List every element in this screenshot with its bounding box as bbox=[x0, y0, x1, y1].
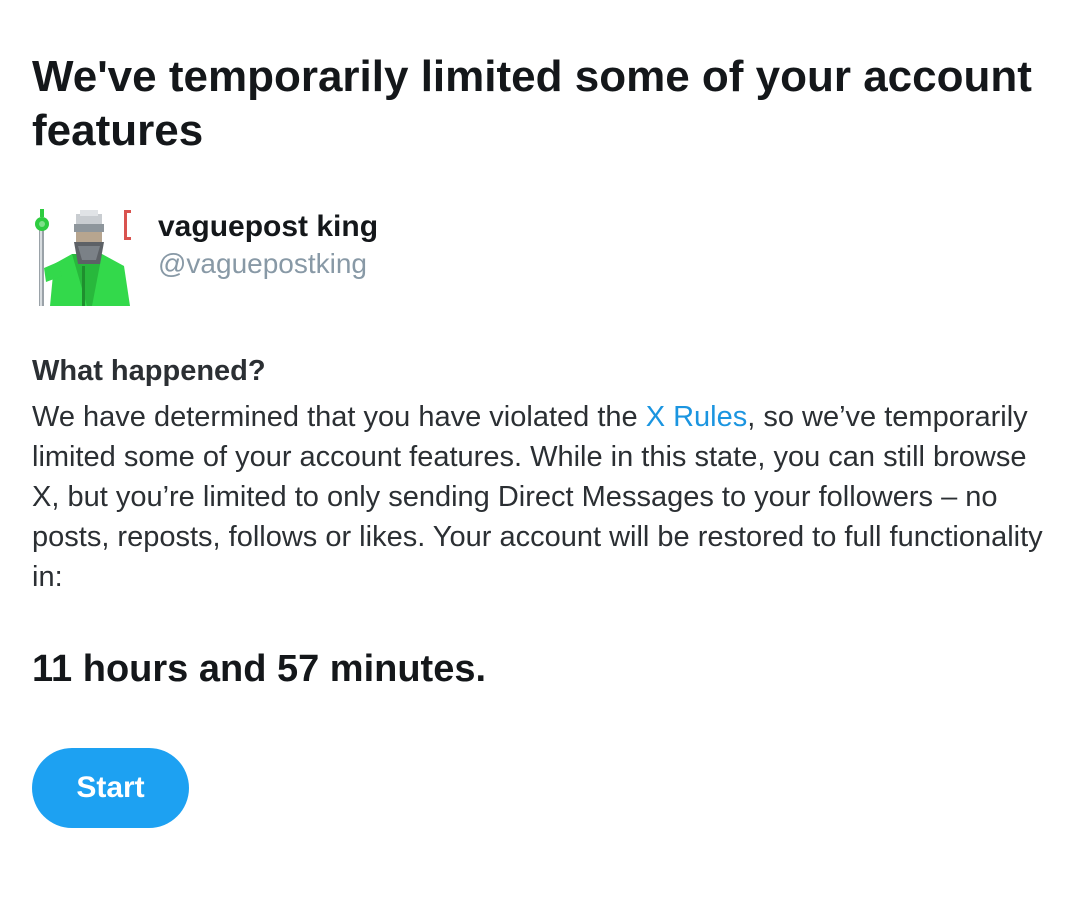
account-card: vaguepost king @vaguepostking bbox=[32, 206, 378, 306]
notice-text-before-link: We have determined that you have violate… bbox=[32, 401, 646, 433]
section-heading: What happened? bbox=[32, 355, 266, 387]
display-name[interactable]: vaguepost king bbox=[158, 208, 378, 246]
avatar-image bbox=[32, 206, 132, 306]
x-rules-link[interactable]: X Rules bbox=[646, 401, 748, 433]
notice-text: We have determined that you have violate… bbox=[32, 397, 1052, 597]
page-title: We've temporarily limited some of your a… bbox=[32, 52, 1032, 155]
account-text: vaguepost king @vaguepostking bbox=[158, 208, 378, 282]
start-button[interactable]: Start bbox=[32, 748, 189, 828]
account-handle[interactable]: @vaguepostking bbox=[158, 246, 378, 282]
avatar[interactable] bbox=[32, 206, 132, 306]
countdown-text: 11 hours and 57 minutes. bbox=[32, 648, 487, 690]
